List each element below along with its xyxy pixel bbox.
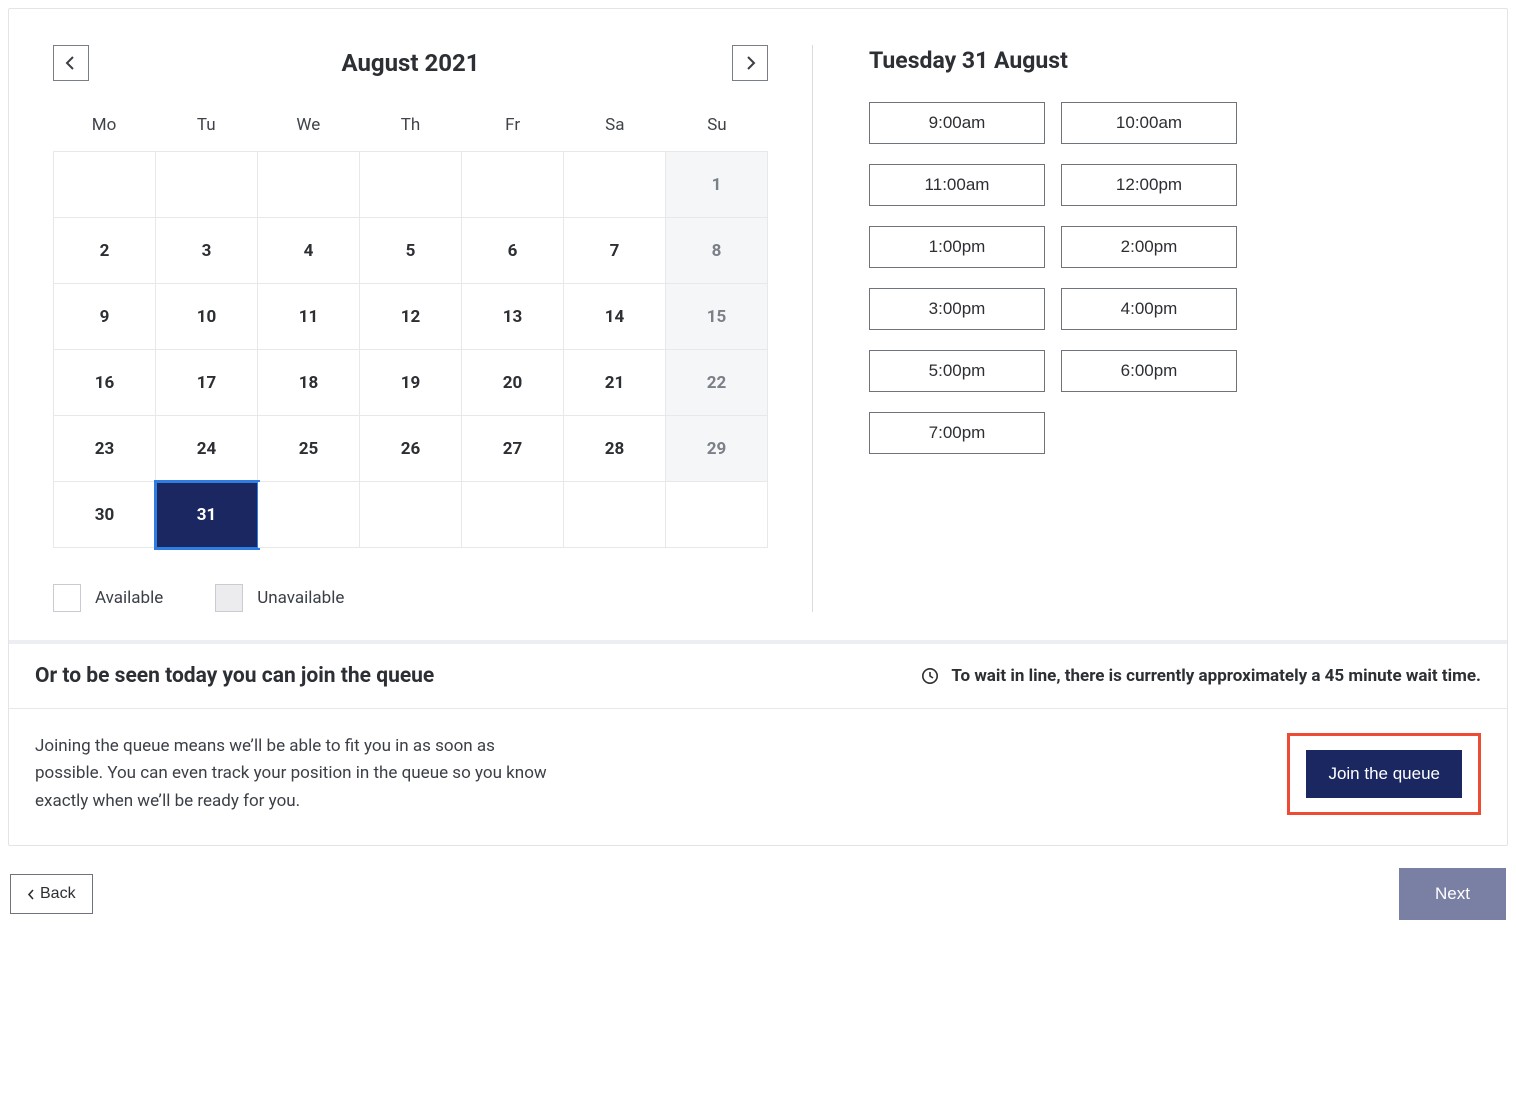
calendar-day-14[interactable]: 14 bbox=[564, 284, 666, 350]
calendar-cell-empty bbox=[564, 482, 666, 548]
legend-unavailable: Unavailable bbox=[215, 584, 344, 612]
calendar-day-11[interactable]: 11 bbox=[258, 284, 360, 350]
calendar-day-27[interactable]: 27 bbox=[462, 416, 564, 482]
back-button[interactable]: Back bbox=[10, 874, 93, 914]
timeslot-button[interactable]: 3:00pm bbox=[869, 288, 1045, 330]
calendar-dow-row: MoTuWeThFrSaSu bbox=[53, 109, 768, 141]
calendar-cell-empty bbox=[258, 152, 360, 218]
queue-description: Joining the queue means we’ll be able to… bbox=[35, 733, 555, 815]
next-month-button[interactable] bbox=[732, 45, 768, 81]
timeslot-button[interactable]: 9:00am bbox=[869, 102, 1045, 144]
next-button[interactable]: Next bbox=[1399, 868, 1506, 920]
calendar-cell-empty bbox=[462, 152, 564, 218]
timeslot-button[interactable]: 4:00pm bbox=[1061, 288, 1237, 330]
join-highlight: Join the queue bbox=[1287, 733, 1481, 815]
top-section: August 2021 MoTuWeThFrSaSu 1234567891011… bbox=[9, 9, 1507, 640]
swatch-available bbox=[53, 584, 81, 612]
legend-available: Available bbox=[53, 584, 163, 612]
queue-wait-info: To wait in line, there is currently appr… bbox=[921, 666, 1481, 686]
calendar-day-5[interactable]: 5 bbox=[360, 218, 462, 284]
calendar-dow-label: Sa bbox=[564, 109, 666, 141]
calendar-day-15[interactable]: 15 bbox=[666, 284, 768, 350]
chevron-right-icon bbox=[744, 56, 756, 70]
calendar-panel: August 2021 MoTuWeThFrSaSu 1234567891011… bbox=[53, 45, 813, 612]
queue-body: Joining the queue means we’ll be able to… bbox=[9, 709, 1507, 845]
queue-wait-text: To wait in line, there is currently appr… bbox=[951, 666, 1481, 686]
calendar-day-1[interactable]: 1 bbox=[666, 152, 768, 218]
calendar-cell-empty bbox=[666, 482, 768, 548]
clock-icon bbox=[921, 667, 939, 685]
calendar-day-25[interactable]: 25 bbox=[258, 416, 360, 482]
timeslot-grid: 9:00am 10:00am 11:00am 12:00pm 1:00pm 2:00pm 3… bbox=[869, 102, 1463, 454]
calendar-dow-label: Tu bbox=[155, 109, 257, 141]
calendar-body: 1234567891011121314151617181920212223242… bbox=[53, 151, 768, 548]
calendar-cell-empty bbox=[54, 152, 156, 218]
swatch-unavailable bbox=[215, 584, 243, 612]
timeslot-button[interactable]: 6:00pm bbox=[1061, 350, 1237, 392]
timeslot-button[interactable]: 5:00pm bbox=[869, 350, 1045, 392]
calendar-day-31[interactable]: 31 bbox=[156, 482, 258, 548]
queue-section: Or to be seen today you can join the que… bbox=[9, 640, 1507, 845]
back-label: Back bbox=[40, 885, 76, 903]
calendar-day-6[interactable]: 6 bbox=[462, 218, 564, 284]
calendar-legend: Available Unavailable bbox=[53, 584, 768, 612]
calendar-cell-empty bbox=[258, 482, 360, 548]
calendar-dow-label: Fr bbox=[462, 109, 564, 141]
calendar-day-20[interactable]: 20 bbox=[462, 350, 564, 416]
join-queue-button[interactable]: Join the queue bbox=[1306, 750, 1462, 798]
chevron-left-icon bbox=[27, 889, 36, 900]
timeslot-title: Tuesday 31 August bbox=[869, 47, 1463, 74]
calendar-day-17[interactable]: 17 bbox=[156, 350, 258, 416]
calendar-day-8[interactable]: 8 bbox=[666, 218, 768, 284]
calendar-day-23[interactable]: 23 bbox=[54, 416, 156, 482]
timeslot-panel: Tuesday 31 August 9:00am 10:00am 11:00am 12… bbox=[813, 45, 1463, 612]
calendar-cell-empty bbox=[156, 152, 258, 218]
queue-heading: Or to be seen today you can join the que… bbox=[35, 664, 434, 688]
calendar-day-22[interactable]: 22 bbox=[666, 350, 768, 416]
calendar-day-3[interactable]: 3 bbox=[156, 218, 258, 284]
calendar-day-4[interactable]: 4 bbox=[258, 218, 360, 284]
calendar-day-29[interactable]: 29 bbox=[666, 416, 768, 482]
calendar-day-18[interactable]: 18 bbox=[258, 350, 360, 416]
calendar-day-2[interactable]: 2 bbox=[54, 218, 156, 284]
calendar-day-30[interactable]: 30 bbox=[54, 482, 156, 548]
legend-available-label: Available bbox=[95, 588, 163, 608]
timeslot-button[interactable]: 10:00am bbox=[1061, 102, 1237, 144]
calendar-day-16[interactable]: 16 bbox=[54, 350, 156, 416]
calendar-day-13[interactable]: 13 bbox=[462, 284, 564, 350]
calendar-cell-empty bbox=[360, 152, 462, 218]
calendar-dow-label: Su bbox=[666, 109, 768, 141]
calendar-dow-label: We bbox=[257, 109, 359, 141]
calendar-cell-empty bbox=[564, 152, 666, 218]
timeslot-button[interactable]: 12:00pm bbox=[1061, 164, 1237, 206]
calendar-grid: MoTuWeThFrSaSu 1234567891011121314151617… bbox=[53, 109, 768, 548]
calendar-dow-label: Mo bbox=[53, 109, 155, 141]
timeslot-button[interactable]: 1:00pm bbox=[869, 226, 1045, 268]
queue-header: Or to be seen today you can join the que… bbox=[9, 644, 1507, 709]
calendar-dow-label: Th bbox=[359, 109, 461, 141]
calendar-day-9[interactable]: 9 bbox=[54, 284, 156, 350]
calendar-day-26[interactable]: 26 bbox=[360, 416, 462, 482]
calendar-title: August 2021 bbox=[341, 49, 479, 77]
calendar-day-7[interactable]: 7 bbox=[564, 218, 666, 284]
prev-month-button[interactable] bbox=[53, 45, 89, 81]
calendar-day-21[interactable]: 21 bbox=[564, 350, 666, 416]
calendar-day-24[interactable]: 24 bbox=[156, 416, 258, 482]
timeslot-button[interactable]: 11:00am bbox=[869, 164, 1045, 206]
calendar-day-12[interactable]: 12 bbox=[360, 284, 462, 350]
calendar-cell-empty bbox=[360, 482, 462, 548]
chevron-left-icon bbox=[65, 56, 77, 70]
timeslot-button[interactable]: 2:00pm bbox=[1061, 226, 1237, 268]
legend-unavailable-label: Unavailable bbox=[257, 588, 344, 608]
timeslot-button[interactable]: 7:00pm bbox=[869, 412, 1045, 454]
calendar-day-10[interactable]: 10 bbox=[156, 284, 258, 350]
calendar-day-19[interactable]: 19 bbox=[360, 350, 462, 416]
calendar-header: August 2021 bbox=[53, 45, 768, 81]
booking-frame: August 2021 MoTuWeThFrSaSu 1234567891011… bbox=[8, 8, 1508, 846]
calendar-day-28[interactable]: 28 bbox=[564, 416, 666, 482]
footer-nav: Back Next bbox=[8, 868, 1508, 920]
calendar-cell-empty bbox=[462, 482, 564, 548]
